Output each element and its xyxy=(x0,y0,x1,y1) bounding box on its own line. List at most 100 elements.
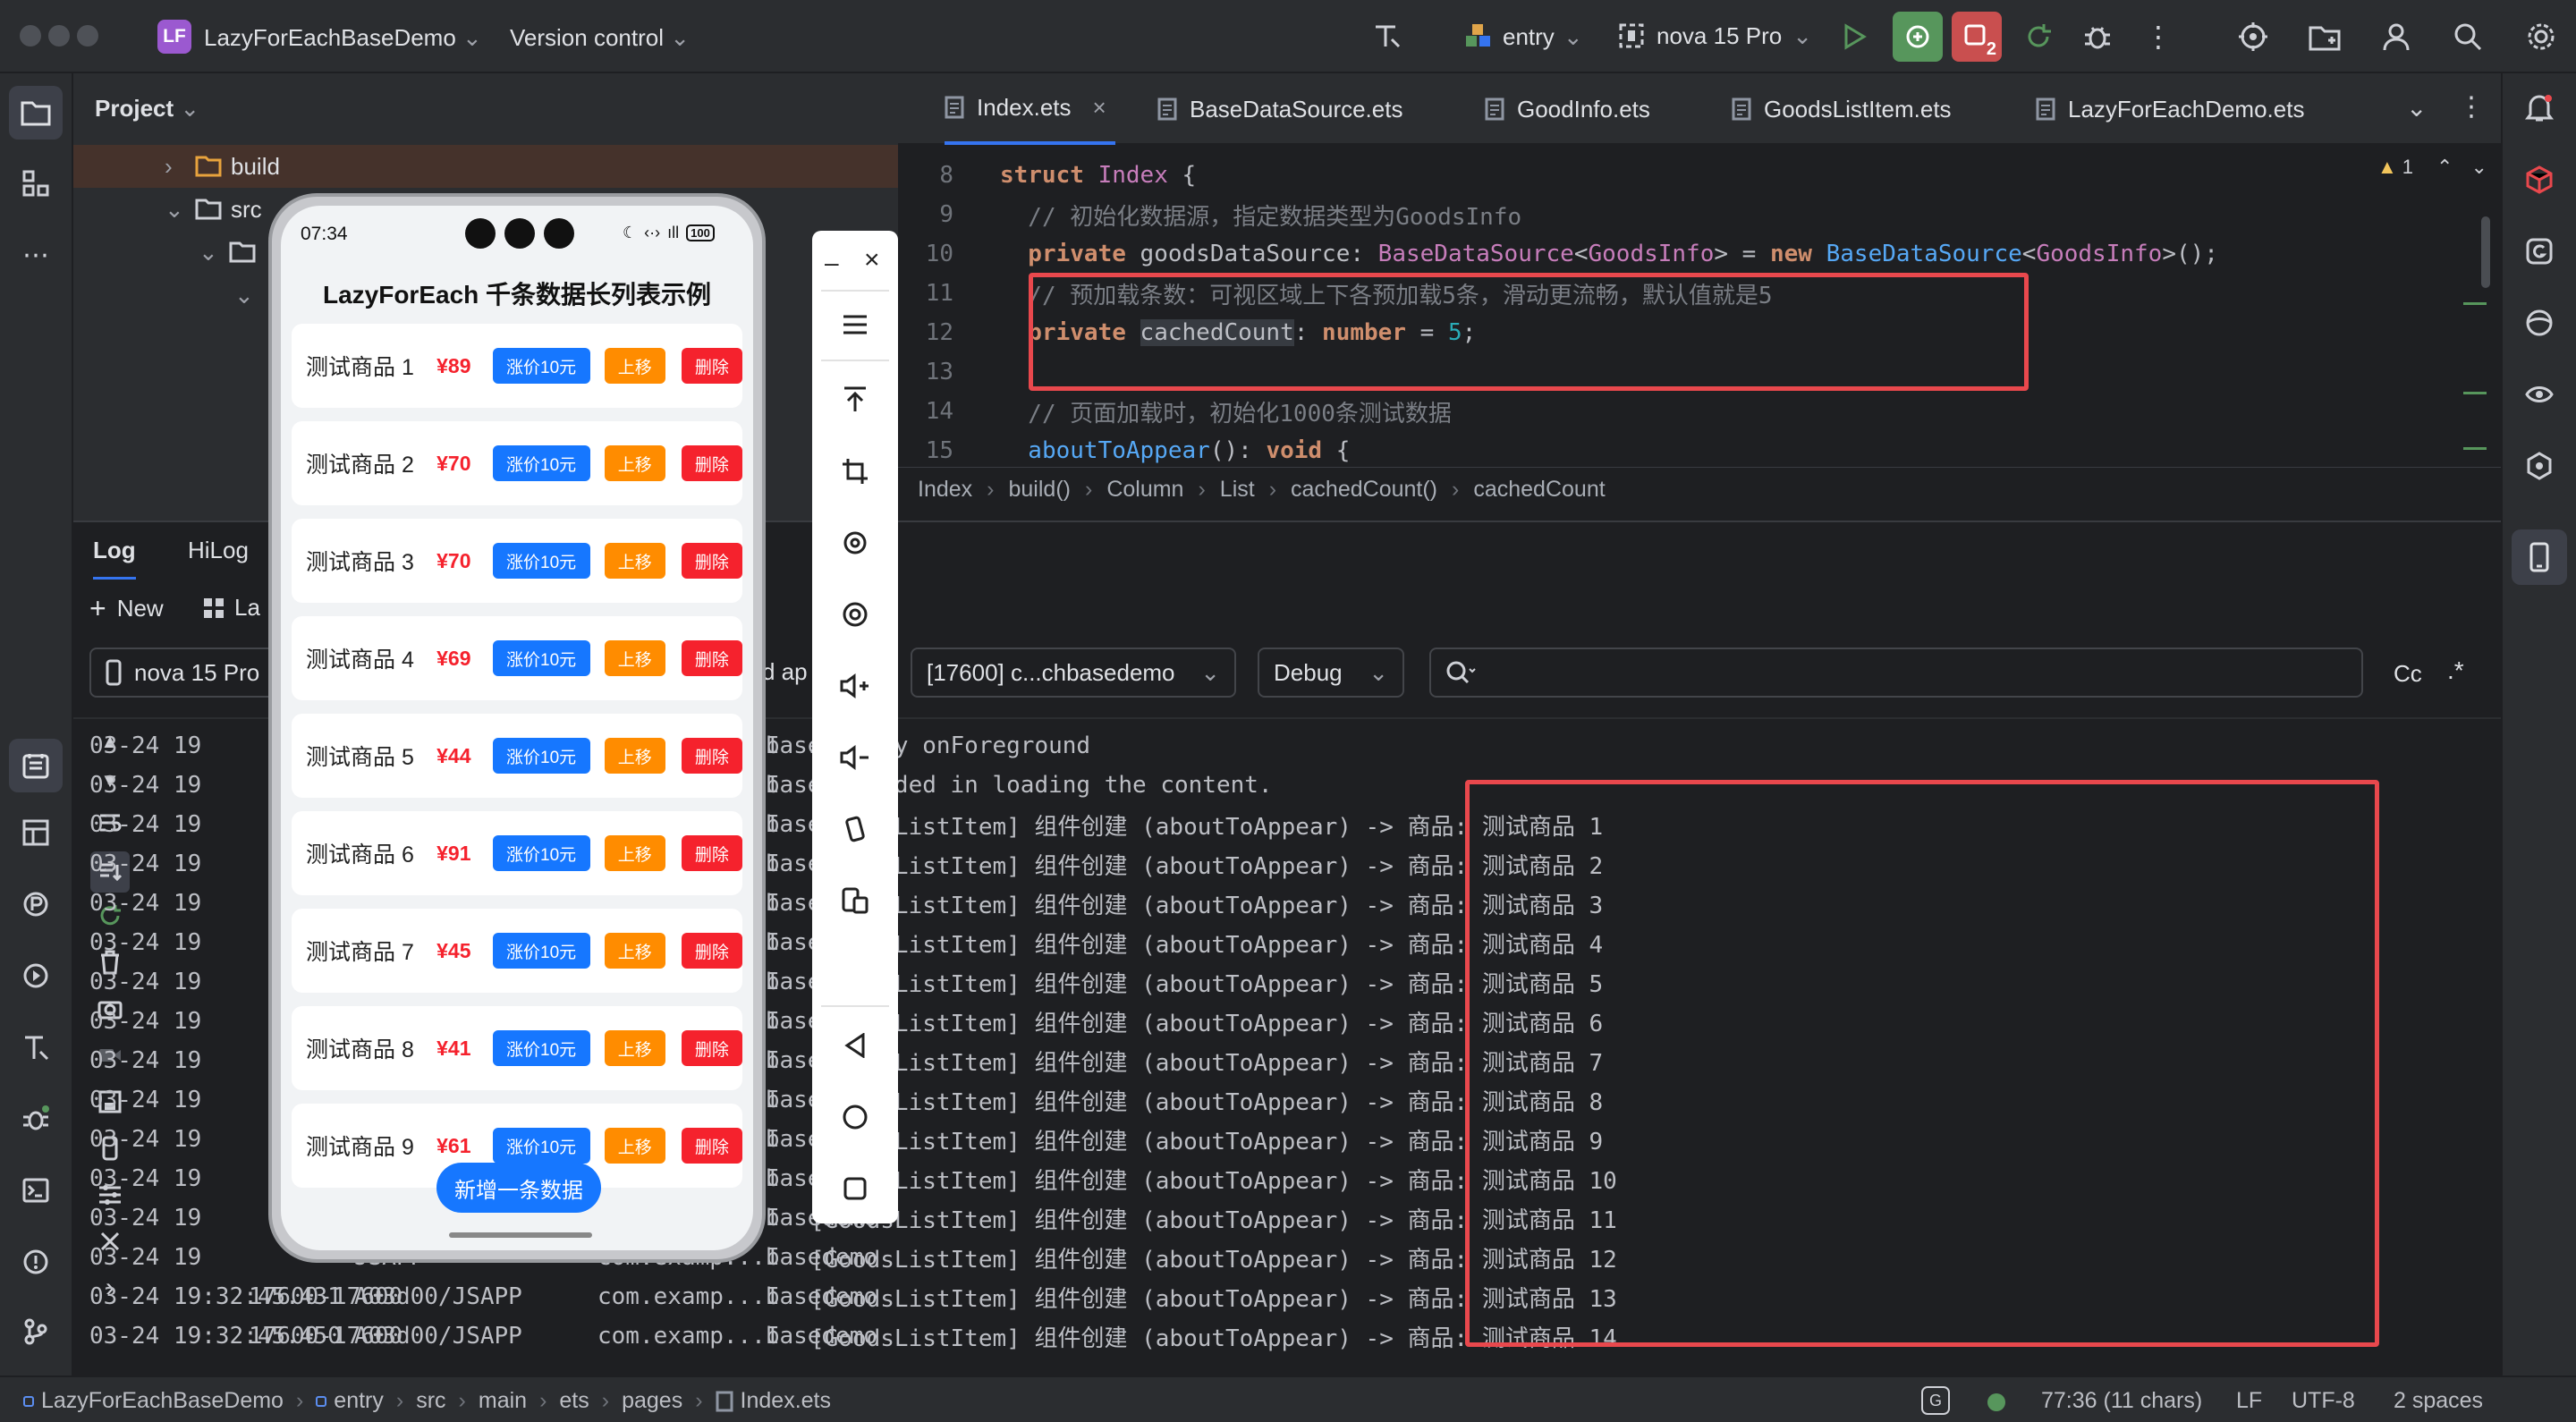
goods-list-item[interactable]: 测试商品 3 ¥70 涨价10元 上移 删除 xyxy=(292,519,742,603)
log-tool-icon[interactable] xyxy=(9,739,63,792)
delete-button[interactable]: 删除 xyxy=(681,543,742,579)
volume-down-icon[interactable] xyxy=(833,735,877,780)
tab-basedatasource[interactable]: BaseDataSource.ets xyxy=(1157,73,1402,145)
table-icon[interactable] xyxy=(15,812,56,853)
delete-button[interactable]: 删除 xyxy=(681,933,742,969)
home-indicator[interactable] xyxy=(449,1232,592,1238)
ai-assistant-icon[interactable] xyxy=(2519,445,2560,487)
raise-price-button[interactable]: 涨价10元 xyxy=(492,738,590,774)
indent-setting[interactable]: 2 spaces xyxy=(2394,1388,2483,1414)
cursor-position[interactable]: 77:36 (11 chars) xyxy=(2041,1388,2202,1414)
raise-price-button[interactable]: 涨价10元 xyxy=(492,640,590,676)
hot-reload-icon[interactable] xyxy=(1893,12,1943,62)
health-status-icon[interactable] xyxy=(1987,1393,2005,1411)
move-up-button[interactable]: 上移 xyxy=(604,445,665,481)
move-up-button[interactable]: 上移 xyxy=(604,1128,665,1164)
layout-button[interactable]: La xyxy=(202,594,260,622)
phone-screen[interactable]: 07:34 ☾ ‹·› ıll 100 LazyForEach 千条数据长列表示… xyxy=(281,206,753,1250)
rotate-icon[interactable] xyxy=(833,521,877,565)
crop-icon[interactable] xyxy=(833,449,877,494)
delete-button[interactable]: 删除 xyxy=(681,348,742,384)
raise-price-button[interactable]: 涨价10元 xyxy=(492,348,590,384)
text-tool-icon[interactable] xyxy=(1367,16,1408,57)
move-up-button[interactable]: 上移 xyxy=(604,738,665,774)
search-icon[interactable] xyxy=(2447,16,2488,57)
profiler-p-icon[interactable] xyxy=(15,884,56,925)
shake-icon[interactable] xyxy=(833,807,877,851)
goods-list-item[interactable]: 测试商品 2 ¥70 涨价10元 上移 删除 xyxy=(292,421,742,505)
delete-button[interactable]: 删除 xyxy=(681,738,742,774)
minimize-emulator-icon[interactable]: – xyxy=(825,249,839,277)
profiler-icon[interactable] xyxy=(2233,16,2274,57)
module-selector[interactable]: entry ⌄ xyxy=(1463,21,1583,52)
breadcrumb-item[interactable]: cachedCount xyxy=(1473,477,1605,503)
services-icon[interactable] xyxy=(15,955,56,996)
process-selector[interactable]: [17600] c...chbasedemo ⌄ xyxy=(911,648,1236,698)
tab-actions-icon[interactable]: ⋮ xyxy=(2458,91,2485,123)
notifications-icon[interactable] xyxy=(2519,88,2560,129)
breadcrumb-item[interactable]: List xyxy=(1220,477,1255,503)
raise-price-button[interactable]: 涨价10元 xyxy=(492,933,590,969)
move-up-button[interactable]: 上移 xyxy=(604,640,665,676)
device-selector[interactable]: nova 15 Pro ⌄ xyxy=(1617,21,1812,50)
add-item-button[interactable]: 新增一条数据 xyxy=(436,1163,601,1213)
path-item[interactable]: entry xyxy=(316,1388,384,1414)
match-case-button[interactable]: Cc xyxy=(2394,660,2422,688)
gradle-icon[interactable] xyxy=(2519,231,2560,272)
delete-button[interactable]: 删除 xyxy=(681,835,742,871)
more-tools-icon[interactable]: ⋯ xyxy=(15,234,56,275)
breadcrumb-item[interactable]: build() xyxy=(1009,477,1071,503)
move-up-button[interactable]: 上移 xyxy=(604,1030,665,1066)
eye-icon[interactable] xyxy=(2519,374,2560,415)
multi-device-icon[interactable] xyxy=(833,878,877,923)
raise-price-button[interactable]: 涨价10元 xyxy=(492,543,590,579)
goods-list-item[interactable]: 测试商品 1 ¥89 涨价10元 上移 删除 xyxy=(292,324,742,408)
rerun-icon[interactable] xyxy=(2018,16,2059,57)
menu-icon[interactable] xyxy=(833,302,877,347)
move-up-button[interactable]: 上移 xyxy=(604,933,665,969)
window-minimize-button[interactable] xyxy=(48,25,70,47)
goods-list-item[interactable]: 测试商品 7 ¥45 涨价10元 上移 删除 xyxy=(292,909,742,993)
file-encoding[interactable]: UTF-8 xyxy=(2292,1388,2355,1414)
run-icon[interactable] xyxy=(1834,16,1875,57)
pin-top-icon[interactable] xyxy=(833,377,877,422)
problems-icon[interactable] xyxy=(15,1241,56,1282)
path-item[interactable]: ets xyxy=(559,1388,589,1414)
goods-list-item[interactable]: 测试商品 6 ¥91 涨价10元 上移 删除 xyxy=(292,811,742,895)
close-emulator-icon[interactable]: × xyxy=(864,245,880,275)
breadcrumb-item[interactable]: Column xyxy=(1106,477,1183,503)
debug-bug-icon[interactable] xyxy=(15,1098,56,1139)
tree-item-build[interactable]: › build xyxy=(73,145,898,188)
path-item[interactable]: pages xyxy=(622,1388,682,1414)
goods-list-item[interactable]: 测试商品 4 ¥69 涨价10元 上移 删除 xyxy=(292,616,742,700)
recents-nav-icon[interactable] xyxy=(833,1166,877,1211)
device-manager-icon[interactable] xyxy=(2304,16,2345,57)
more-actions-icon[interactable]: ⋮ xyxy=(2138,16,2179,57)
close-icon[interactable]: × xyxy=(1093,94,1106,122)
raise-price-button[interactable]: 涨价10元 xyxy=(492,835,590,871)
location-icon[interactable] xyxy=(833,592,877,637)
new-log-button[interactable]: + New xyxy=(89,592,164,625)
stop-icon[interactable]: 2 xyxy=(1952,12,2002,62)
path-item[interactable]: main xyxy=(479,1388,527,1414)
project-switcher[interactable]: LazyForEachBaseDemo ⌄ xyxy=(204,24,482,52)
tab-hilog[interactable]: HiLog xyxy=(188,537,249,564)
goods-list-item[interactable]: 测试商品 5 ¥44 涨价10元 上移 删除 xyxy=(292,714,742,798)
git-icon[interactable] xyxy=(15,1311,56,1352)
window-close-button[interactable] xyxy=(20,25,41,47)
raise-price-button[interactable]: 涨价10元 xyxy=(492,1030,590,1066)
preview-icon[interactable] xyxy=(2519,302,2560,343)
raise-price-button[interactable]: 涨价10元 xyxy=(492,1128,590,1164)
tab-lazyforeachdemo[interactable]: LazyForEachDemo.ets xyxy=(2036,73,2304,145)
code-line[interactable]: 10 private goodsDataSource: BaseDataSour… xyxy=(898,234,2501,274)
tab-index-ets[interactable]: Index.ets × xyxy=(945,73,1115,145)
vcs-menu[interactable]: Version control ⌄ xyxy=(510,24,690,52)
account-icon[interactable] xyxy=(2376,16,2417,57)
log-search-box[interactable] xyxy=(1429,648,2363,698)
log-level-selector[interactable]: Debug ⌄ xyxy=(1258,648,1404,698)
path-item[interactable]: LazyForEachBaseDemo xyxy=(23,1388,284,1414)
log-search-input[interactable] xyxy=(1485,656,2343,689)
gradle-status-icon[interactable]: G xyxy=(1921,1386,1950,1415)
tabs-overflow-icon[interactable]: ⌄ xyxy=(2406,93,2427,123)
arkui-inspector-icon[interactable] xyxy=(2519,159,2560,200)
